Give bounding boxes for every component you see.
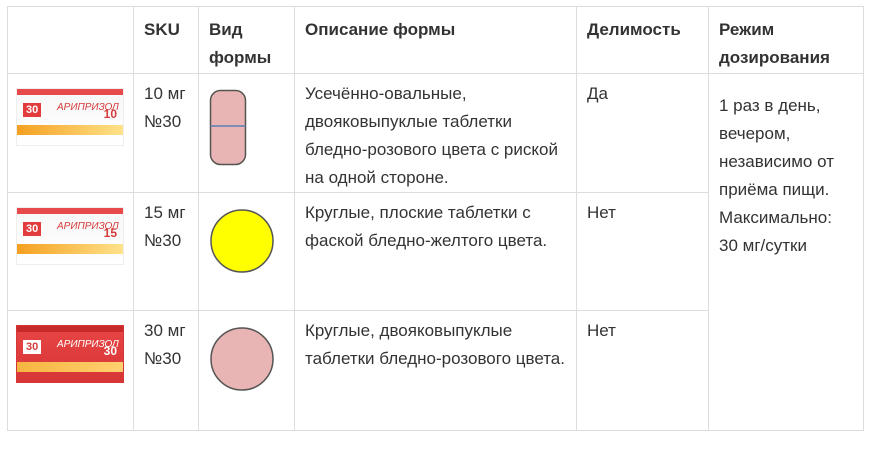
header-divisibility: Делимость bbox=[576, 6, 709, 74]
header-image bbox=[7, 6, 134, 74]
package-cell: 30 АРИПРИЗОЛ 10 bbox=[7, 73, 134, 193]
pack-dose: 15 bbox=[103, 226, 117, 240]
package-image: 30 АРИПРИЗОЛ 10 bbox=[16, 88, 124, 146]
product-table: SKU Вид формы Описание формы Делимость Р… bbox=[7, 6, 864, 431]
package-cell: 30 АРИПРИЗОЛ 15 bbox=[7, 192, 134, 311]
form-cell bbox=[198, 310, 295, 431]
sku-cell: 30 мг №30 bbox=[133, 310, 199, 431]
divisibility-cell: Да bbox=[576, 73, 709, 193]
package-image: 30 АРИПРИЗОЛ 30 bbox=[16, 325, 124, 383]
package-image: 30 АРИПРИЗОЛ 15 bbox=[16, 207, 124, 265]
header-description: Описание формы bbox=[294, 6, 577, 74]
description-cell: Круглые, двояковыпуклые таблетки бледно-… bbox=[294, 310, 577, 431]
sku-cell: 10 мг №30 bbox=[133, 73, 199, 193]
oblong-tablet-icon bbox=[209, 89, 247, 166]
pack-count: 30 bbox=[23, 103, 42, 117]
pack-dose: 10 bbox=[103, 107, 117, 121]
description-cell: Усечённо-овальные, двояковыпуклые таблет… bbox=[294, 73, 577, 193]
header-dosing: Режим дозирования bbox=[708, 6, 864, 74]
round-yellow-tablet-icon bbox=[210, 209, 274, 273]
sku-cell: 15 мг №30 bbox=[133, 192, 199, 311]
form-cell bbox=[198, 73, 295, 193]
pack-count: 30 bbox=[23, 222, 42, 236]
divisibility-cell: Нет bbox=[576, 192, 709, 311]
header-sku: SKU bbox=[133, 6, 199, 74]
dosing-cell: 1 раз в день, вечером, независимо от при… bbox=[708, 73, 864, 431]
header-row: SKU Вид формы Описание формы Делимость Р… bbox=[7, 6, 864, 74]
divisibility-cell: Нет bbox=[576, 310, 709, 431]
pack-count: 30 bbox=[23, 340, 42, 354]
package-cell: 30 АРИПРИЗОЛ 30 bbox=[7, 310, 134, 431]
description-cell: Круглые, плоские таблетки с фаской бледн… bbox=[294, 192, 577, 311]
round-pink-tablet-icon bbox=[210, 327, 274, 391]
form-cell bbox=[198, 192, 295, 311]
table-row: 30 АРИПРИЗОЛ 10 10 мг №30 Усечённо-оваль… bbox=[7, 73, 864, 431]
pack-dose: 30 bbox=[103, 344, 117, 358]
header-form: Вид формы bbox=[198, 6, 295, 74]
